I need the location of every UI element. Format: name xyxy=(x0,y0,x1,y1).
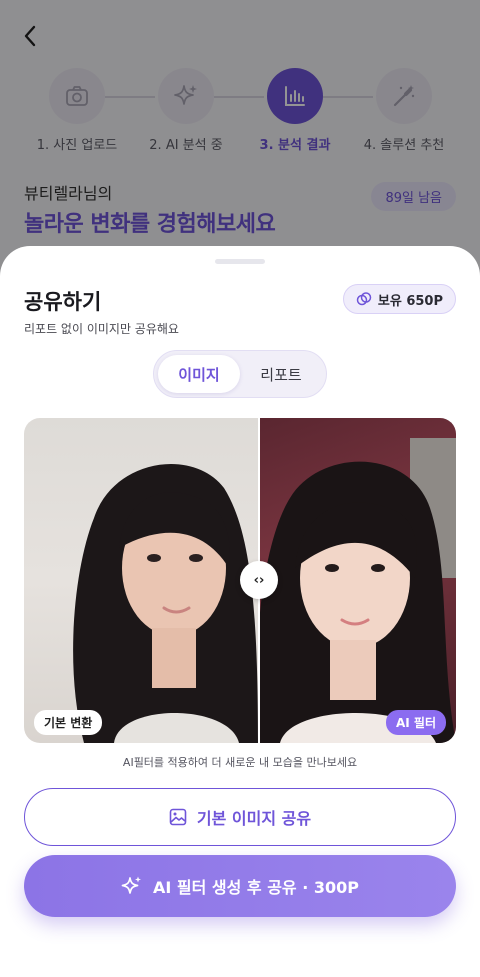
ai-filter-tag: AI 필터 xyxy=(385,710,446,735)
compare-slider-handle[interactable]: ‹› xyxy=(240,561,278,599)
tab-report[interactable]: 리포트 xyxy=(240,355,322,393)
coins-icon xyxy=(356,292,372,306)
tab-image[interactable]: 이미지 xyxy=(158,355,240,393)
basic-transform-photo xyxy=(24,418,258,743)
sheet-drag-handle[interactable] xyxy=(215,259,265,264)
sheet-title: 공유하기 xyxy=(24,290,102,314)
ai-filter-share-label: AI 필터 생성 후 공유 · 300P xyxy=(152,878,359,897)
share-basic-image-label: 기본 이미지 공유 xyxy=(196,809,312,828)
basic-transform-tag: 기본 변환 xyxy=(34,710,103,735)
ai-filter-share-button[interactable]: AI 필터 생성 후 공유 · 300P xyxy=(24,855,456,917)
sparkles-icon xyxy=(121,876,141,894)
share-bottom-sheet: 공유하기 리포트 없이 이미지만 공유해요 보유 650P 이미지 리포트 ‹›… xyxy=(0,246,480,977)
points-label: 보유 650P xyxy=(377,293,443,309)
before-after-comparison[interactable]: ‹› 기본 변환 AI 필터 xyxy=(24,418,456,743)
share-type-toggle: 이미지 리포트 xyxy=(153,350,327,398)
ai-filter-hint: AI필터를 적용하여 더 새로운 내 모습을 만나보세요 xyxy=(122,756,358,769)
ai-filter-photo xyxy=(260,418,456,743)
sheet-description: 리포트 없이 이미지만 공유해요 xyxy=(24,322,179,336)
image-icon xyxy=(169,808,187,826)
share-basic-image-button[interactable]: 기본 이미지 공유 xyxy=(24,788,456,846)
code-arrows-icon: ‹› xyxy=(253,572,265,588)
points-badge: 보유 650P xyxy=(342,284,456,314)
